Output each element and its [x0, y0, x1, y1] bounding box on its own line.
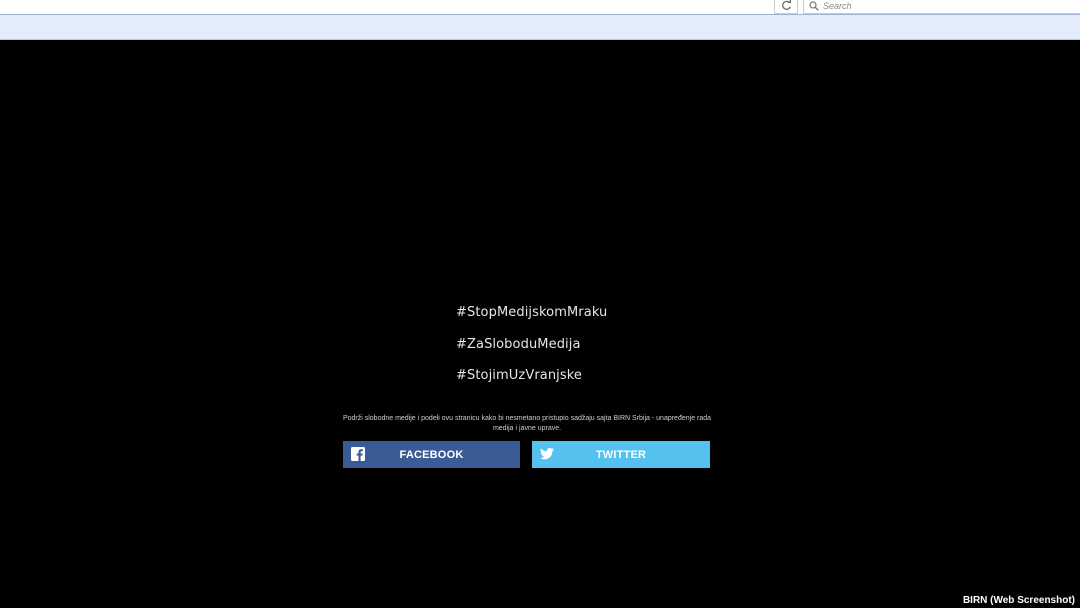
reload-button[interactable] — [774, 0, 798, 14]
hashtag-stop-medijskom-mraku: #StopMedijskomMraku — [456, 305, 608, 320]
search-icon — [809, 0, 819, 11]
facebook-share-button[interactable]: FACEBOOK — [343, 441, 520, 468]
twitter-share-label: TWITTER — [595, 448, 647, 461]
facebook-share-label: FACEBOOK — [399, 448, 464, 461]
bookmarks-bar — [0, 15, 1080, 40]
twitter-icon — [540, 447, 554, 460]
facebook-icon — [351, 447, 365, 461]
image-credit: BIRN (Web Screenshot) — [962, 595, 1075, 606]
hashtag-za-slobodu-medija: #ZaSloboduMedija — [456, 336, 581, 352]
search-box[interactable] — [803, 0, 1080, 14]
search-input[interactable] — [823, 0, 1063, 11]
reload-icon — [781, 0, 791, 10]
support-message: Podrži slobodne medije i podeli ovu stra… — [342, 415, 712, 432]
hashtag-stojim-uz-vranjske: #StojimUzVranjske — [456, 368, 583, 383]
browser-toolbar — [0, 0, 1080, 15]
twitter-share-button[interactable]: TWITTER — [532, 441, 710, 468]
hashtag-list: #StopMedijskomMraku #ZaSloboduMedija #St… — [456, 305, 716, 400]
page-content: #StopMedijskomMraku #ZaSloboduMedija #St… — [0, 40, 1080, 608]
